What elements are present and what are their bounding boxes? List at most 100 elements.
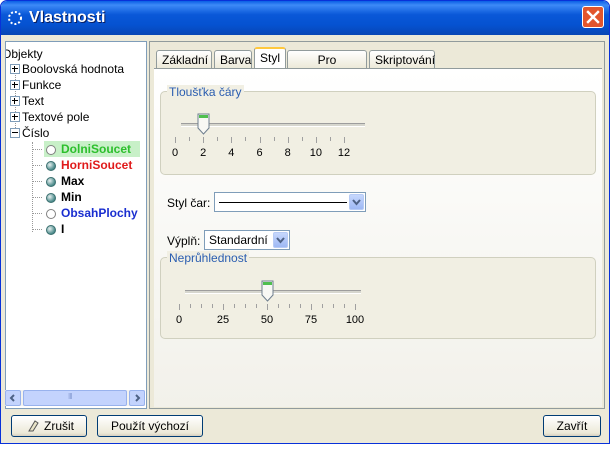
slider-tick [278, 304, 279, 308]
slider-tick [315, 137, 317, 143]
tree-label: ObsahPlochy [61, 206, 138, 220]
slider-tick-label: 8 [284, 147, 291, 159]
slider-tick [273, 137, 275, 141]
tree-item-hornisoucet[interactable]: HorniSoucet [44, 157, 140, 173]
tree-item-min[interactable]: Min [44, 189, 140, 205]
fill-selected-value: Standardní [209, 233, 268, 247]
chevron-left-icon [9, 394, 15, 402]
tree-label: I [61, 222, 65, 236]
slider-tick [329, 137, 331, 141]
tree-item-function[interactable]: Funkce [10, 77, 144, 93]
group-title: Neprůhlednost [167, 251, 250, 265]
object-tree[interactable]: Objekty Boolovská hodnota Funkce Text Te… [5, 41, 147, 409]
fill-label: Výplň: [167, 234, 201, 248]
title-bar[interactable]: Vlastnosti [1, 1, 609, 35]
tree-item-dolnisoucet[interactable]: DolniSoucet [44, 141, 140, 157]
expand-icon[interactable] [10, 112, 20, 122]
slider-tick-label: 0 [175, 314, 183, 326]
slider-tick [259, 137, 261, 143]
slider-tick-label: 25 [216, 314, 230, 326]
slider-tick [189, 137, 191, 141]
tab-scripting[interactable]: Skriptování [369, 50, 435, 68]
point-filled-icon [46, 161, 56, 171]
tree-horizontal-scrollbar[interactable]: III [5, 390, 145, 406]
use-defaults-button[interactable]: Použít výchozí [97, 415, 203, 437]
slider-tick-label: 75 [304, 314, 318, 326]
tree-label: Objekty [5, 47, 43, 61]
opacity-slider-thumb[interactable] [261, 280, 274, 302]
chevron-right-icon [135, 394, 141, 402]
tree-item-text[interactable]: Text [10, 93, 144, 109]
slider-tick-label: 50 [260, 314, 274, 326]
tab-label: Skriptování [375, 53, 436, 67]
slider-tick [267, 304, 268, 310]
close-icon [586, 10, 600, 24]
line-style-select[interactable] [214, 192, 366, 212]
expand-icon[interactable] [10, 80, 20, 90]
scroll-thumb[interactable]: III [23, 390, 127, 406]
scroll-grip: III [68, 392, 73, 401]
slider-tick [179, 304, 180, 310]
properties-window: Vlastnosti Objekty Boolovská hodnota Fun… [0, 0, 610, 444]
slider-tick [203, 137, 205, 143]
solid-line-icon [219, 202, 347, 203]
slider-tick-label: 2 [200, 147, 207, 159]
tree-item-i[interactable]: I [44, 221, 140, 237]
slider-tick [190, 304, 191, 308]
point-filled-icon [46, 177, 56, 187]
tree-label: Max [61, 174, 85, 188]
scroll-left-button[interactable] [5, 390, 21, 406]
tab-color[interactable]: Barva [214, 50, 252, 68]
slider-tick [212, 304, 213, 308]
tree-item-number[interactable]: Číslo [10, 125, 144, 141]
tree-label: Boolovská hodnota [22, 62, 125, 76]
tab-basic[interactable]: Základní [156, 50, 212, 68]
slider-tick-label: 12 [337, 147, 351, 159]
dropdown-button[interactable] [273, 232, 288, 248]
properties-panel: Základní Barva Styl Pro pokročilé Skript… [149, 41, 605, 409]
slider-tick-label: 6 [256, 147, 263, 159]
collapse-icon[interactable] [10, 128, 20, 138]
tree-label: Textové pole [22, 110, 90, 124]
tree-item-textfield[interactable]: Textové pole [10, 109, 144, 125]
window-title: Vlastnosti [29, 9, 106, 26]
dropdown-button[interactable] [349, 194, 364, 210]
slider-tick [245, 304, 246, 308]
point-hollow-icon [46, 209, 56, 219]
tree-label: Funkce [22, 78, 62, 92]
close-button[interactable]: Zavřít [543, 415, 601, 437]
thickness-slider-thumb[interactable] [197, 113, 210, 135]
slider-tick-label: 0 [171, 147, 179, 159]
button-bar: Zrušit Použít výchozí Zavřít [1, 409, 609, 443]
tab-label: Barva [220, 53, 252, 67]
slider-tick [311, 304, 312, 310]
fill-select[interactable]: Standardní [204, 230, 290, 250]
point-filled-icon [46, 193, 56, 203]
group-title: Tloušťka čáry [167, 85, 244, 99]
slider-tick [231, 137, 233, 143]
tree-item-max[interactable]: Max [44, 173, 140, 189]
style-tab-content: Tloušťka čáry 0 2 4 6 8 10 12 Styl čar: Výplň: [154, 68, 602, 407]
slider-tick [223, 304, 224, 310]
tree-item-obsahplochy[interactable]: ObsahPlochy [44, 205, 146, 221]
line-style-label: Styl čar: [167, 196, 211, 210]
close-window-button[interactable] [582, 6, 604, 28]
tab-advanced[interactable]: Pro pokročilé [287, 50, 367, 85]
tree-label: Min [61, 190, 82, 204]
slider-tick [217, 137, 219, 141]
button-label: Zrušit [44, 419, 74, 433]
scroll-right-button[interactable] [129, 390, 145, 406]
tree-root[interactable]: Objekty [5, 46, 43, 62]
slider-tick-label: 10 [309, 147, 322, 159]
cancel-button[interactable]: Zrušit [11, 415, 87, 437]
slider-tick [289, 304, 290, 308]
expand-icon[interactable] [10, 96, 20, 106]
slider-tick [301, 137, 303, 141]
tab-style[interactable]: Styl [254, 47, 286, 69]
slider-tick [300, 304, 301, 308]
eraser-icon [28, 420, 39, 432]
expand-icon[interactable] [10, 64, 20, 74]
gear-icon [8, 11, 22, 25]
tree-label: Číslo [22, 126, 50, 140]
tree-item-boolean[interactable]: Boolovská hodnota [10, 61, 144, 77]
